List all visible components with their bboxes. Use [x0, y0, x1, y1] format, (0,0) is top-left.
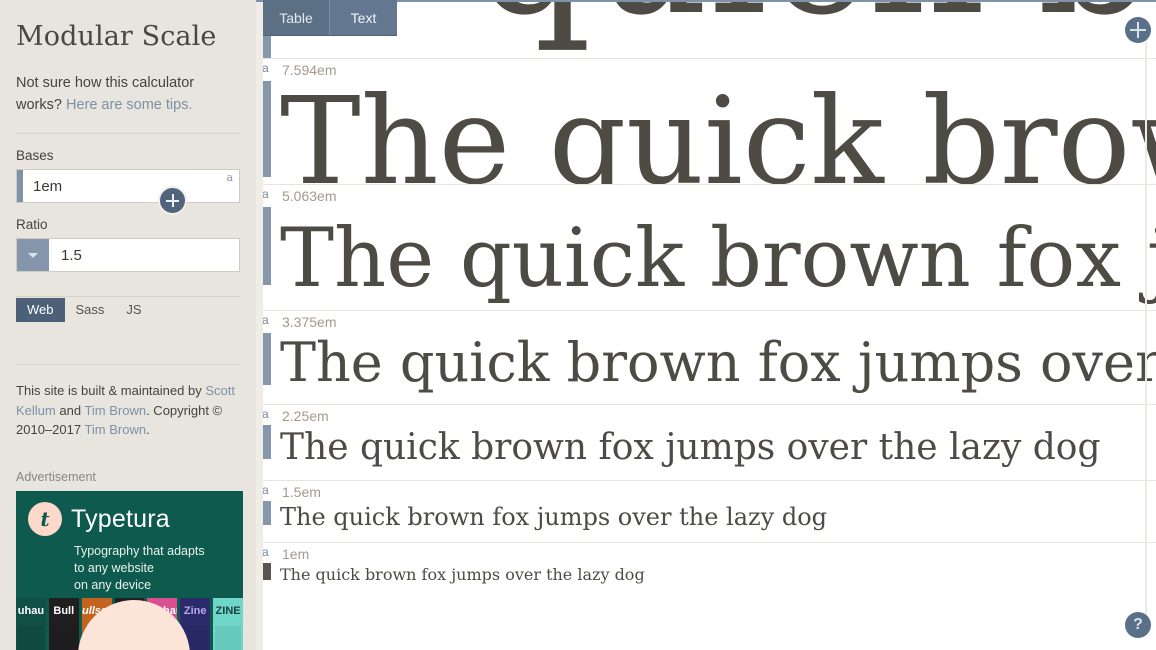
a-marker: a [262, 407, 269, 421]
a-marker: a [262, 545, 269, 559]
specimen-text: The quick brown fox jumps over the lazy … [280, 331, 1156, 394]
advertisement-banner[interactable]: t Typetura Typography that adapts to any… [16, 490, 243, 650]
credit-text-1: This site is built & maintained by [16, 383, 206, 399]
a-marker: a [262, 187, 269, 201]
base-input-row: a [16, 169, 242, 204]
ad-thumbnail-body [18, 625, 44, 650]
specimen-text: The quick brown fox jumps over the lazy … [280, 503, 828, 531]
ad-tagline-line-3: on any device [74, 577, 152, 592]
chevron-down-icon[interactable] [17, 239, 49, 272]
ratio-label: Ratio [16, 217, 48, 233]
page-title: Modular Scale [16, 21, 217, 52]
a-marker: a [262, 483, 269, 497]
ratio-field-group [16, 238, 256, 273]
scale-row[interactable]: a 1.5em The quick brown fox jumps over t… [256, 480, 1156, 542]
intro-text: Not sure how this calculator works? Here… [16, 73, 240, 116]
advertisement-label: Advertisement [16, 469, 96, 484]
ad-thumbnail-caption: Zine [183, 604, 207, 617]
size-label: 1.5em [282, 484, 321, 500]
specimen-text: The quick brown fox jumps over the lazy … [280, 212, 1156, 306]
tim-brown-copyright-link[interactable]: Tim Brown [84, 422, 146, 437]
scale-row[interactable]: a 3.375em The quick brown fox jumps over… [256, 310, 1156, 404]
ad-thumbnail-caption: ZINE [215, 604, 241, 617]
tab-table[interactable]: Table [263, 0, 330, 35]
tab-web[interactable]: Web [16, 298, 65, 323]
site-credit: This site is built & maintained by Scott… [16, 364, 240, 440]
credit-text-2: and [55, 402, 85, 418]
ad-brand-name: Typetura [71, 504, 170, 533]
view-tabs: Table Text [263, 0, 397, 36]
scale-preview-panel: The quick brown fox jumps over the lazy … [256, 0, 1156, 650]
modular-scale-app: Modular Scale Not sure how this calculat… [0, 0, 1156, 650]
size-label: 2.25em [282, 408, 329, 424]
scale-row[interactable]: a 2.25em The quick brown fox jumps over … [256, 404, 1156, 480]
ad-thumbnail: ZINE [213, 597, 243, 650]
size-label: 3.375em [282, 314, 337, 330]
bases-field-group: a [16, 169, 242, 216]
code-format-tabs: Web Sass JS [16, 296, 240, 323]
scale-row[interactable]: a 5.063em The quick brown fox jumps over… [256, 184, 1156, 310]
scale-row[interactable]: a 7.594em The quick brown fox jumps over… [256, 58, 1156, 184]
tab-js[interactable]: JS [115, 298, 152, 322]
a-marker: a [262, 61, 269, 75]
ad-thumbnail: Bull [48, 597, 79, 650]
ad-thumbnail-caption: Bull [53, 604, 75, 617]
size-label: 5.063em [282, 188, 337, 204]
ad-thumbnail-body [215, 625, 242, 650]
specimen-text: The quick brown fox jumps over the lazy … [280, 71, 1156, 184]
ad-header: t Typetura [16, 491, 243, 536]
ad-thumbnail-caption: uhau [17, 604, 45, 617]
a-marker: a [262, 313, 269, 327]
ad-tagline-line-2: to any website [74, 560, 154, 575]
add-base-button[interactable] [158, 186, 187, 216]
vertical-scrollbar[interactable] [1145, 38, 1147, 620]
scale-rows-list: The quick brown fox jumps over the lazy … [256, 0, 1156, 650]
credit-text-4: . [146, 422, 150, 438]
add-scale-button[interactable] [1125, 17, 1151, 43]
tab-sass[interactable]: Sass [65, 298, 116, 322]
tips-link[interactable]: Here are some tips. [66, 97, 193, 113]
tim-brown-link[interactable]: Tim Brown [84, 403, 146, 418]
scale-row[interactable]: a 1em The quick brown fox jumps over the… [256, 542, 1156, 594]
specimen-text: The quick brown fox jumps over the lazy … [280, 565, 645, 584]
ad-tagline: Typography that adapts to any website on… [74, 543, 243, 594]
tab-text[interactable]: Text [330, 0, 397, 35]
bases-label: Bases [16, 148, 54, 164]
ad-tagline-line-1: Typography that adapts [74, 543, 205, 558]
sidebar: Modular Scale Not sure how this calculat… [0, 0, 256, 650]
specimen-text: The quick brown fox jumps over the lazy … [280, 427, 1101, 468]
help-button[interactable]: ? [1125, 612, 1151, 638]
ratio-input[interactable] [49, 239, 256, 272]
base-input[interactable] [23, 170, 242, 203]
typetura-logo-icon: t [28, 501, 62, 536]
divider [16, 133, 240, 135]
left-scroll-track[interactable] [256, 0, 263, 650]
ad-thumbnail: uhau [16, 597, 46, 650]
ad-thumbnail-body [50, 625, 77, 650]
size-label: 1em [282, 546, 310, 562]
